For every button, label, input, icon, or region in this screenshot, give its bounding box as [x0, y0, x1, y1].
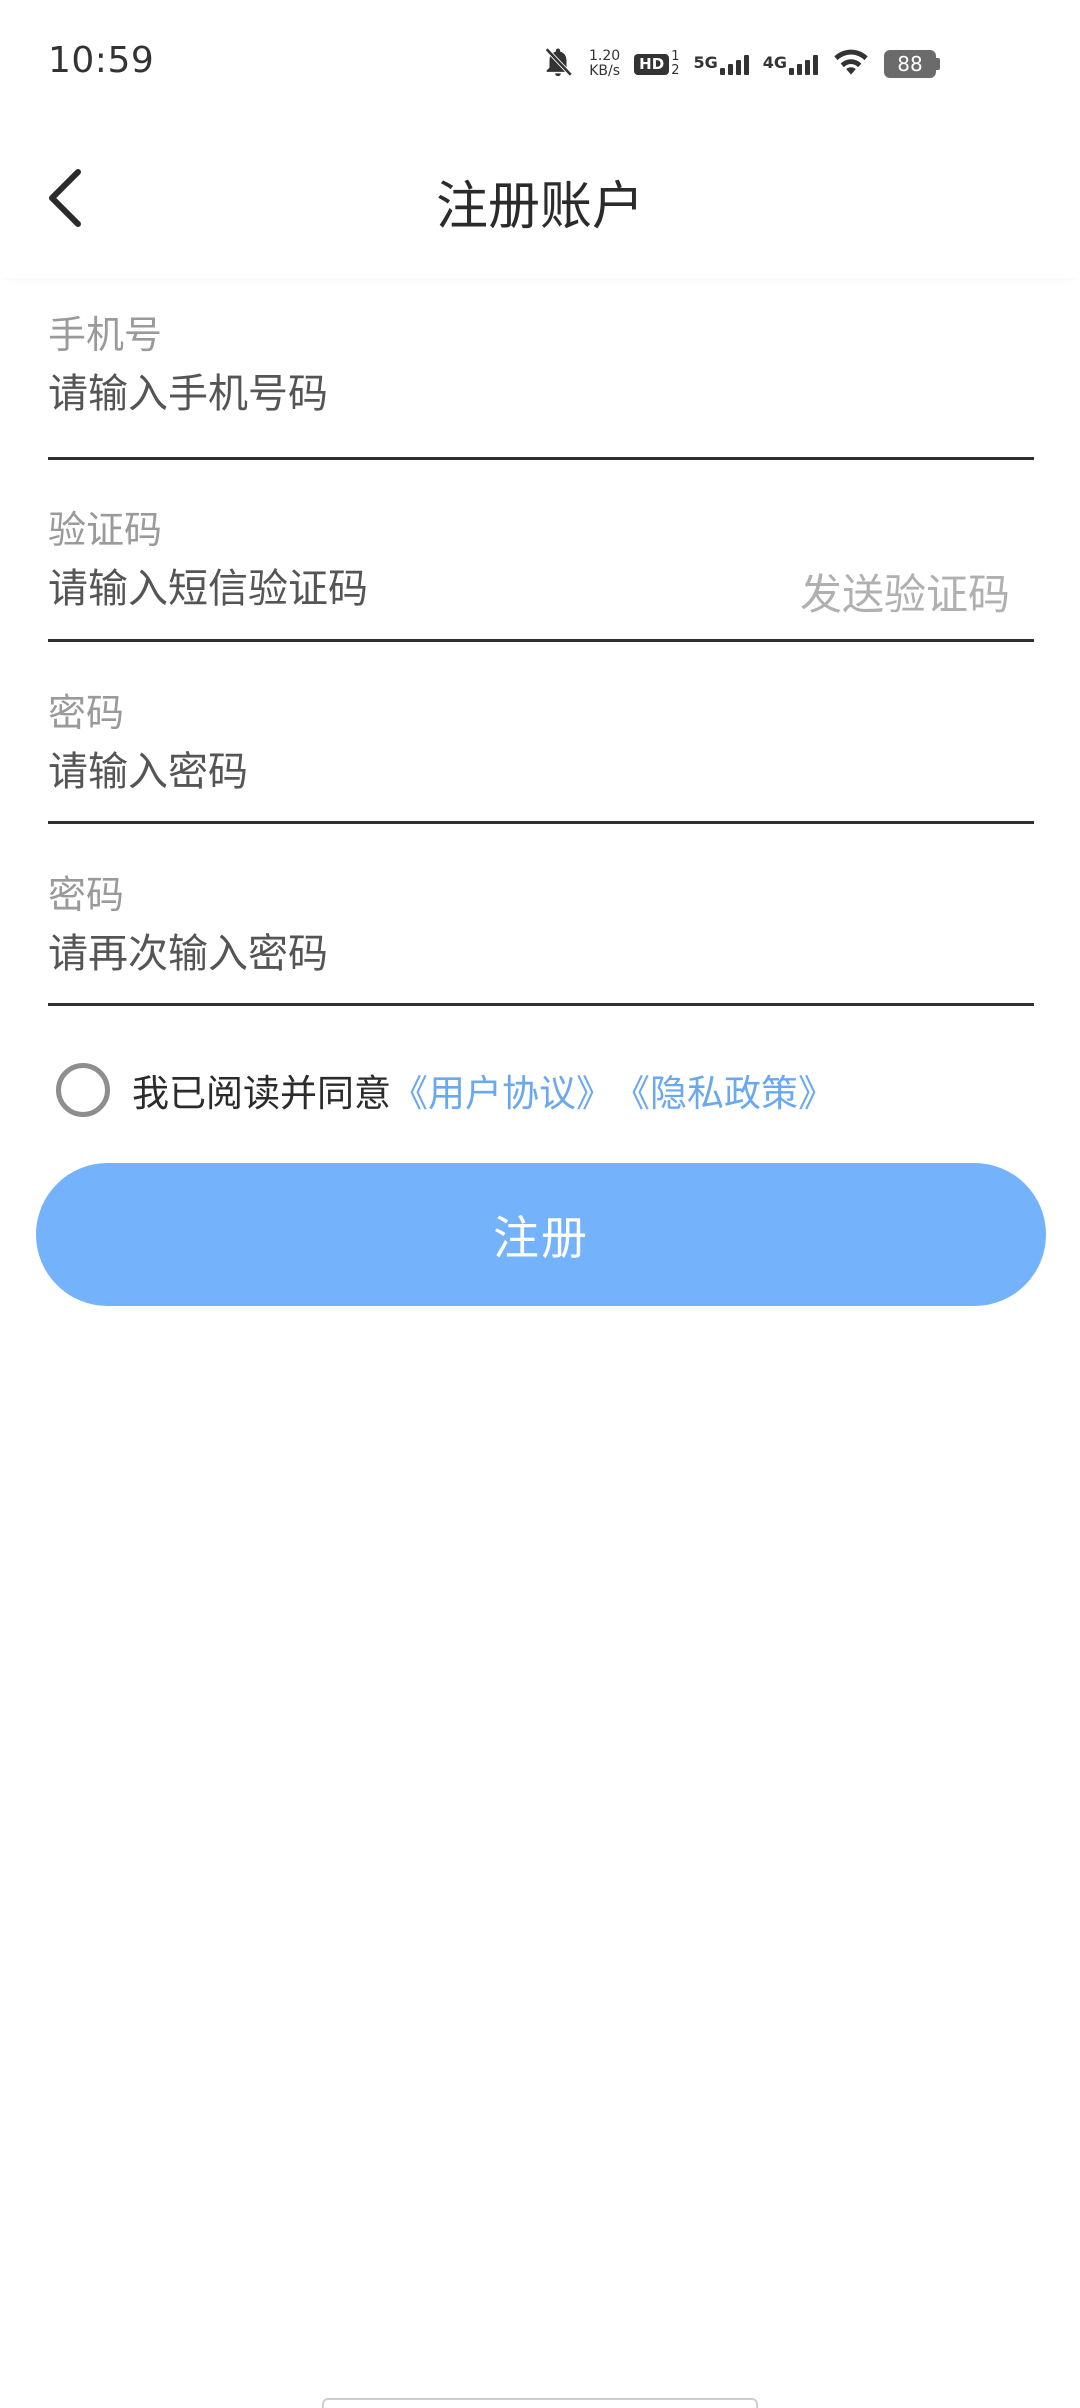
battery-level: 88	[884, 50, 936, 78]
hd-icon: HD 1 2	[634, 50, 679, 78]
signal-5g: 5G	[693, 53, 749, 75]
signal-icon	[719, 53, 749, 75]
net-speed-unit: KB/s	[589, 63, 620, 79]
status-icons: 1.20 KB/s HD 1 2 5G 4G 88	[541, 40, 940, 88]
phone-label: 手机号	[48, 313, 163, 357]
home-indicator[interactable]	[322, 2398, 758, 2408]
hd-label: HD	[634, 53, 670, 75]
user-agreement-link[interactable]: 《用户协议》	[391, 1063, 613, 1117]
hd-sim-2: 2	[671, 63, 680, 78]
register-button[interactable]: 注册	[36, 1163, 1046, 1306]
page-title: 注册账户	[435, 177, 644, 237]
password-input[interactable]	[48, 742, 748, 802]
password-confirm-field: 密码	[48, 860, 1034, 1006]
agreement-text: 我已阅读并同意	[132, 1072, 391, 1115]
password-confirm-input[interactable]	[48, 924, 748, 984]
code-field: 验证码 发送验证码	[48, 495, 1034, 642]
status-time: 10:59	[48, 40, 155, 81]
code-label: 验证码	[48, 508, 163, 552]
net-speed: 1.20 KB/s	[589, 49, 620, 79]
signal-4g: 4G	[763, 53, 818, 75]
wifi-icon	[832, 46, 870, 82]
status-bar: 10:59 1.20 KB/s HD 1 2 5G 4G 88	[0, 0, 1080, 128]
bell-off-icon	[541, 45, 575, 83]
signal-icon	[789, 53, 818, 75]
privacy-policy-link[interactable]: 《隐私政策》	[613, 1063, 835, 1117]
phone-input[interactable]	[48, 364, 748, 424]
phone-field: 手机号	[48, 300, 1034, 460]
nav-bar: 注册账户	[0, 128, 1080, 278]
password-label: 密码	[48, 691, 125, 735]
password-field: 密码	[48, 678, 1034, 824]
battery-icon: 88	[884, 50, 940, 78]
network-4g-label: 4G	[762, 53, 787, 72]
agreement-row: 我已阅读并同意 《用户协议》 《隐私政策》	[56, 1060, 835, 1120]
agreement-checkbox[interactable]	[56, 1063, 110, 1117]
code-input[interactable]	[48, 559, 748, 619]
hd-sim-1: 1	[671, 49, 680, 64]
net-speed-value: 1.20	[589, 48, 621, 64]
network-5g-label: 5G	[693, 53, 718, 72]
send-code-button[interactable]: 发送验证码	[800, 561, 1010, 622]
password-confirm-label: 密码	[48, 873, 125, 917]
